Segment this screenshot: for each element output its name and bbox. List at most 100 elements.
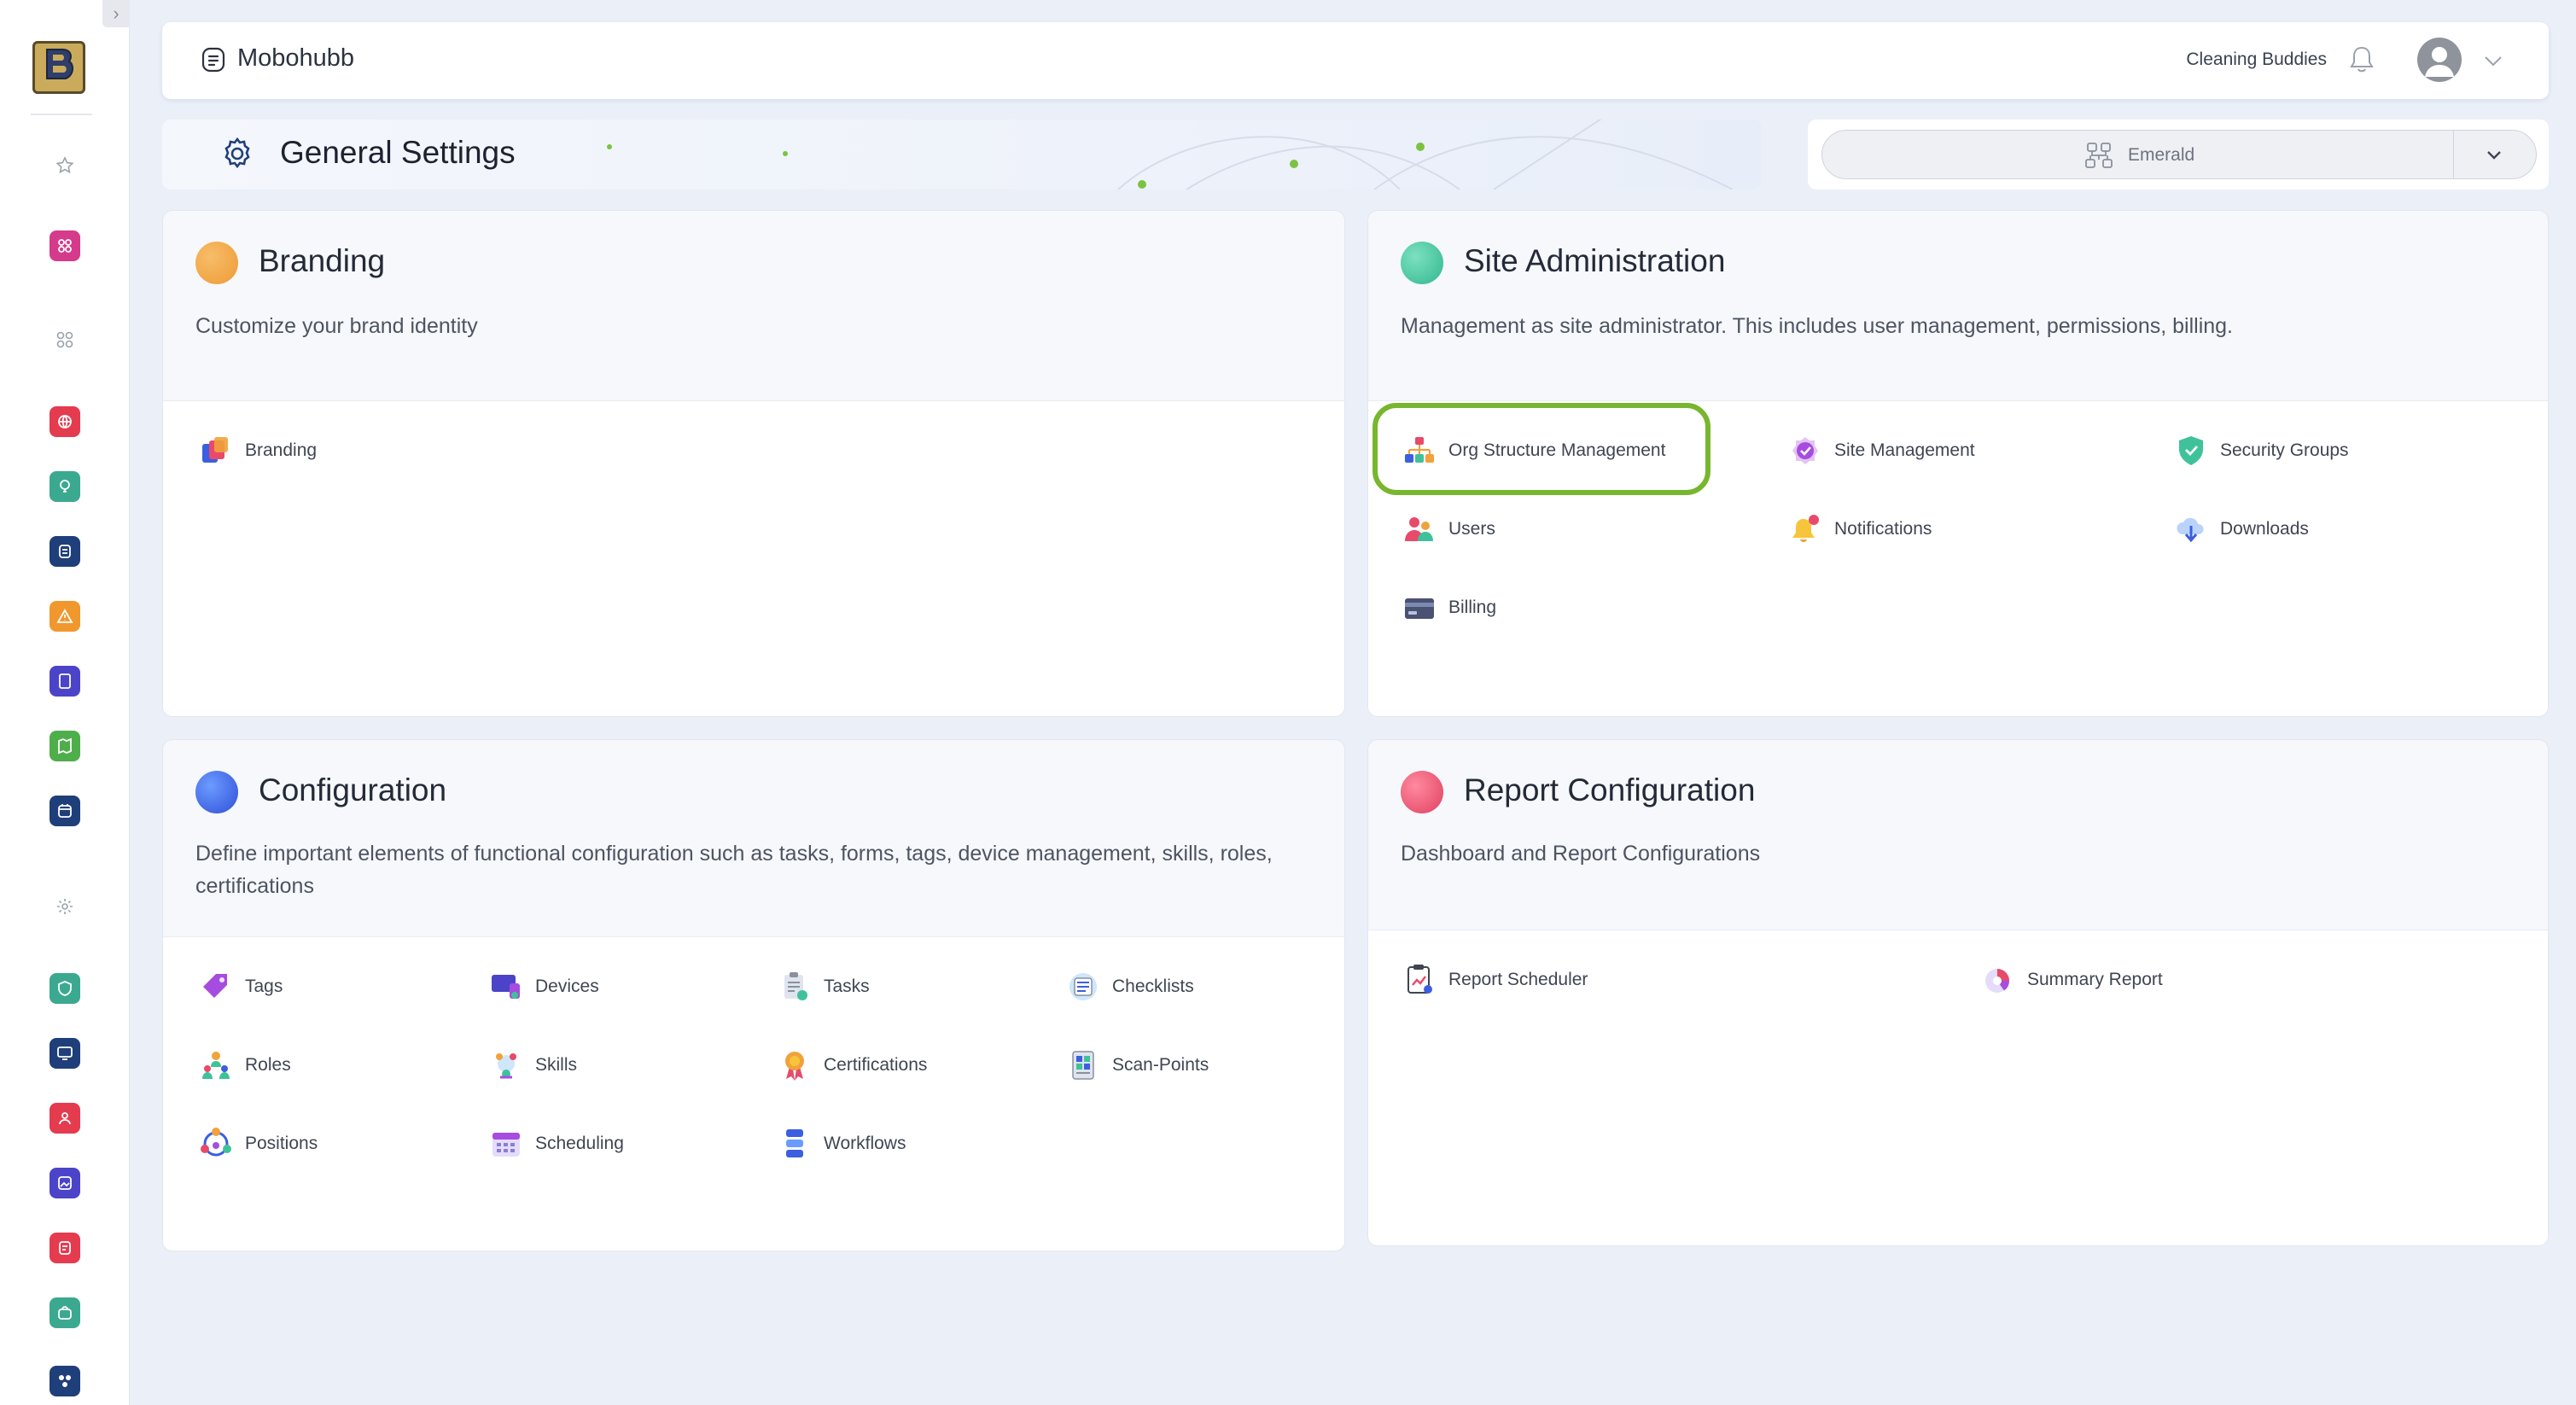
palette-icon: [202, 437, 228, 463]
scheduling-link[interactable]: Scheduling: [489, 1127, 624, 1161]
summary-report-link[interactable]: Summary Report: [1981, 963, 2163, 997]
branding-card-body: Branding: [163, 400, 1344, 716]
apps-grid-icon: [58, 239, 72, 253]
users-icon: [59, 1112, 71, 1125]
user-avatar[interactable]: [2417, 38, 2462, 82]
sidebar-documents[interactable]: [50, 536, 80, 567]
grid-icon: [56, 331, 73, 348]
sidebar-team[interactable]: [50, 1103, 80, 1134]
report-configuration-card: Report Configuration Dashboard and Repor…: [1367, 739, 2549, 1246]
check-badge-icon: [1792, 437, 1818, 464]
item-label: Positions: [245, 1134, 318, 1153]
account-menu-chevron-icon[interactable]: [2480, 48, 2506, 73]
configuration-card: Configuration Define important elements …: [162, 739, 1345, 1251]
org-structure-highlight-ring: [1373, 403, 1711, 495]
sidebar-monitor[interactable]: [50, 1038, 80, 1069]
configuration-accent-dot: [195, 771, 238, 813]
sidebar-incidents[interactable]: [50, 601, 80, 632]
devices-link[interactable]: Devices: [489, 970, 599, 1004]
skills-icon: [496, 1053, 516, 1079]
card-description: Dashboard and Report Configurations: [1401, 842, 1761, 866]
scan-points-link[interactable]: Scan-Points: [1066, 1048, 1209, 1082]
gear-icon: [57, 899, 73, 914]
item-label: Scheduling: [535, 1134, 624, 1153]
users-icon: [1405, 517, 1433, 541]
calendar-icon: [58, 804, 72, 818]
monitor-icon: [57, 1046, 73, 1060]
workflows-link[interactable]: Workflows: [778, 1127, 906, 1161]
positions-link[interactable]: Positions: [199, 1127, 318, 1161]
sidebar-forms[interactable]: [50, 1233, 80, 1263]
sidebar-map[interactable]: [50, 731, 80, 761]
bag-icon: [58, 1306, 72, 1320]
sidebar-gallery[interactable]: [50, 1168, 80, 1198]
item-label: Checklists: [1112, 977, 1194, 996]
page-title: General Settings: [280, 135, 516, 170]
branding-card: Branding Customize your brand identity B…: [162, 210, 1345, 717]
tags-link[interactable]: Tags: [199, 970, 283, 1004]
clipboard-icon: [784, 972, 807, 1000]
checklists-link[interactable]: Checklists: [1066, 970, 1194, 1004]
card-description: Management as site administrator. This i…: [1401, 314, 2233, 338]
item-label: Roles: [245, 1055, 291, 1075]
sidebar-collapse-toggle[interactable]: ›: [102, 0, 130, 27]
site-admin-accent-dot: [1401, 242, 1443, 284]
sidebar: ›: [0, 0, 130, 1405]
item-label: Scan-Points: [1112, 1055, 1209, 1075]
sidebar-modules[interactable]: [50, 324, 80, 355]
company-logo[interactable]: [32, 41, 85, 94]
site-management-link[interactable]: Site Management: [1788, 434, 1975, 468]
star-icon: [55, 156, 74, 174]
security-groups-link[interactable]: Security Groups: [2174, 434, 2349, 468]
item-label: Security Groups: [2220, 440, 2349, 460]
sidebar-calendar[interactable]: [50, 796, 80, 826]
card-description: Customize your brand identity: [195, 314, 478, 338]
item-label: Certifications: [824, 1055, 928, 1075]
sidebar-divider: [31, 114, 92, 115]
item-label: Downloads: [2220, 519, 2309, 539]
top-bar: Mobohubb Cleaning Buddies: [162, 22, 2549, 99]
sidebar-ideas[interactable]: [50, 471, 80, 502]
credit-card-icon: [1405, 598, 1434, 619]
selected-site: Emerald: [2128, 145, 2195, 165]
tablet-icon: [59, 673, 71, 689]
report-scheduler-link[interactable]: Report Scheduler: [1402, 963, 1588, 997]
chevron-down-icon[interactable]: [2481, 143, 2507, 168]
sidebar-globe[interactable]: [50, 406, 80, 437]
sidebar-tablet[interactable]: [50, 666, 80, 697]
item-label: Tasks: [824, 977, 870, 996]
site-selector-dropdown[interactable]: Emerald: [1821, 130, 2537, 179]
brand-icon: [201, 47, 225, 73]
sidebar-apps[interactable]: [50, 230, 80, 261]
qr-icon: [1072, 1051, 1094, 1080]
sidebar-favorites[interactable]: [50, 150, 80, 181]
brand-name[interactable]: Mobohubb: [237, 44, 354, 73]
shield-check-icon: [2179, 436, 2203, 465]
sidebar-settings[interactable]: [50, 891, 80, 922]
avatar-icon: [2425, 47, 2454, 77]
notifications-bell-icon[interactable]: [2346, 43, 2378, 77]
sidebar-security[interactable]: [50, 973, 80, 1004]
document-icon: [59, 545, 71, 558]
page-title-band: General Settings: [162, 120, 1762, 189]
cloud-download-icon: [2177, 517, 2204, 543]
lightbulb-icon: [60, 480, 70, 493]
tasks-link[interactable]: Tasks: [778, 970, 870, 1004]
sidebar-store[interactable]: [50, 1297, 80, 1328]
downloads-link[interactable]: Downloads: [2174, 512, 2309, 546]
branding-link[interactable]: Branding: [199, 434, 317, 468]
organization-name[interactable]: Cleaning Buddies: [2186, 50, 2327, 70]
skills-link[interactable]: Skills: [489, 1048, 577, 1082]
certifications-link[interactable]: Certifications: [778, 1048, 927, 1082]
bell-icon: [1792, 515, 1819, 542]
sidebar-network[interactable]: [50, 1366, 80, 1396]
tag-icon: [203, 974, 227, 998]
billing-link[interactable]: Billing: [1402, 591, 1496, 625]
award-icon: [785, 1052, 804, 1081]
roles-link[interactable]: Roles: [199, 1048, 291, 1082]
item-label: Report Scheduler: [1448, 970, 1588, 989]
notifications-link[interactable]: Notifications: [1788, 512, 1932, 546]
users-link[interactable]: Users: [1402, 512, 1495, 546]
roles-icon: [202, 1052, 230, 1079]
network-icon: [59, 1375, 71, 1387]
